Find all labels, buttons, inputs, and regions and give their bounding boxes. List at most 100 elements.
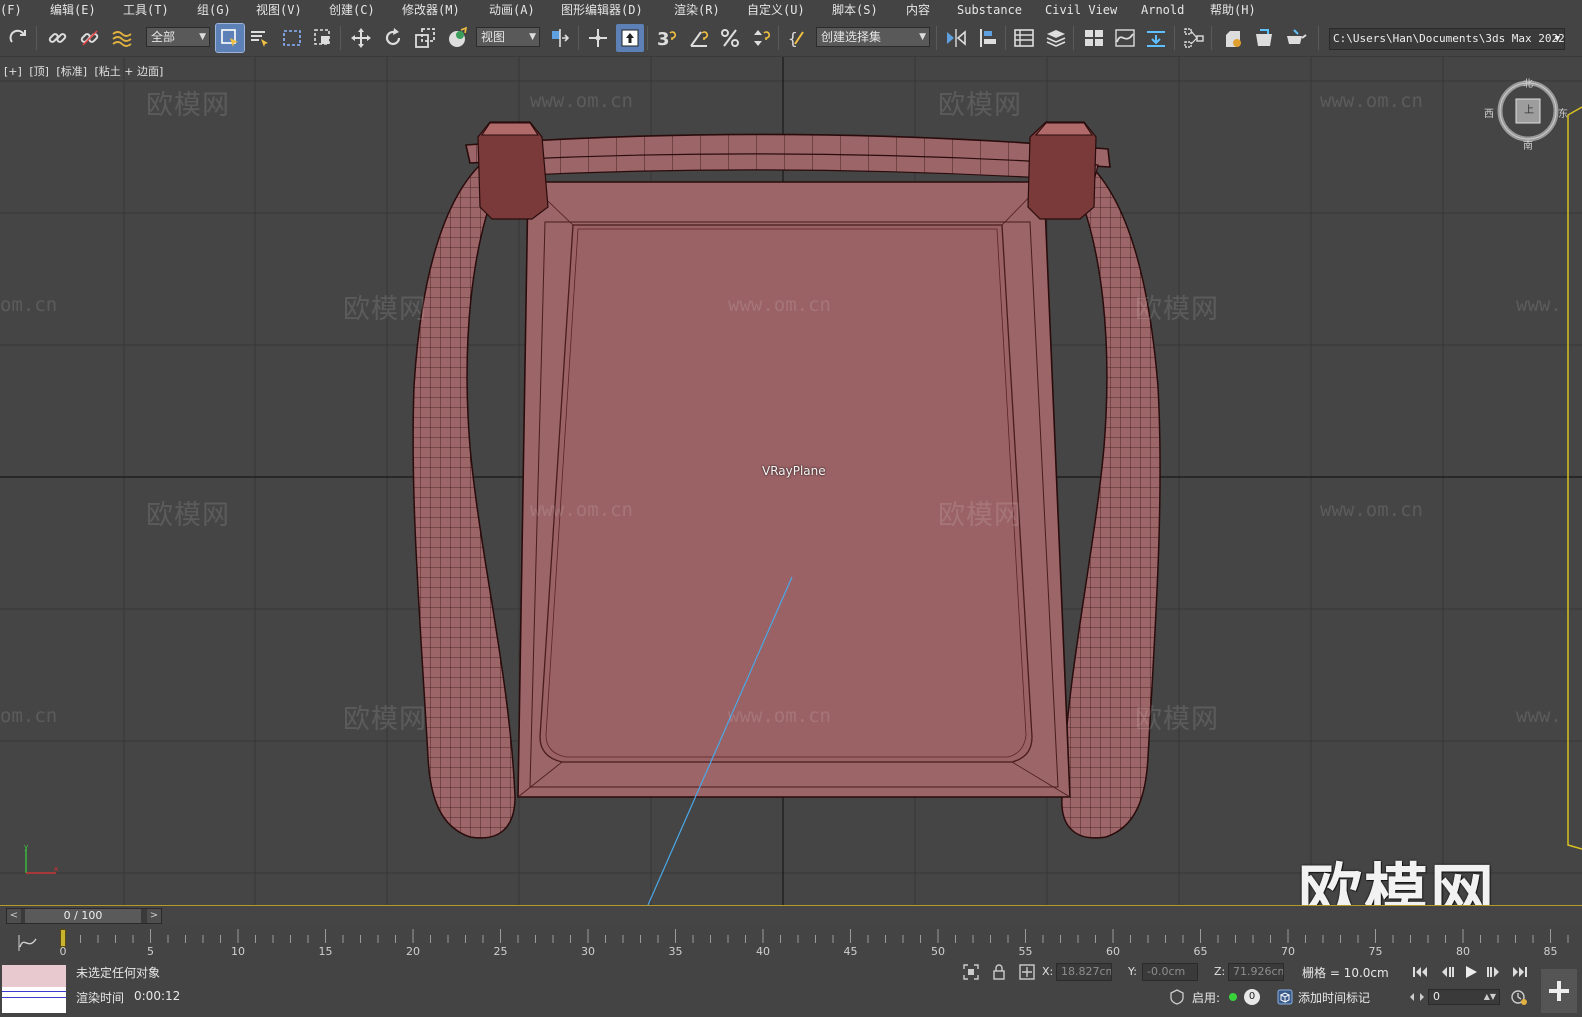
mini-curve-editor-icon[interactable]: [16, 933, 40, 953]
manipulate-icon[interactable]: [584, 24, 612, 52]
reference-coord-dropdown[interactable]: 视图 ▼: [476, 27, 540, 47]
spinner-snap-icon[interactable]: [747, 24, 775, 52]
snap-toggle-icon[interactable]: 3: [652, 24, 680, 52]
redo-icon[interactable]: [4, 24, 32, 52]
maxscript-mini-listener[interactable]: [2, 965, 66, 1013]
move-icon[interactable]: [347, 24, 375, 52]
project-path-field[interactable]: C:\Users\Han\Documents\3ds Max 2022 ▼: [1329, 28, 1565, 50]
keyboard-shortcut-icon[interactable]: [616, 24, 644, 52]
dope-sheet-icon[interactable]: [1142, 24, 1170, 52]
menu-file[interactable]: (F): [0, 2, 22, 18]
placement-icon[interactable]: [443, 24, 471, 52]
status-bar: 未选定任何对象 渲染时间 0:00:12 X: 18.827cm Y: -0.0…: [0, 961, 1582, 1017]
rotate-icon[interactable]: [379, 24, 407, 52]
adaptive-degradation-icon[interactable]: [1168, 988, 1186, 1006]
y-coord-field[interactable]: -0.0cm: [1142, 963, 1198, 981]
key-mode-toggle-icon[interactable]: [1408, 988, 1426, 1006]
watermark-url: www.om.cn: [1320, 499, 1423, 521]
named-selection-dropdown[interactable]: 创建选择集 ▼: [816, 27, 930, 47]
mirror-icon[interactable]: [942, 24, 970, 52]
time-slider-thumb[interactable]: 0 / 100: [25, 909, 141, 923]
menu-modifiers[interactable]: 修改器(M): [402, 2, 460, 18]
edit-named-selection-icon[interactable]: {: [784, 24, 812, 52]
viewcube-west[interactable]: 西: [1484, 105, 1494, 120]
link-icon[interactable]: [44, 24, 72, 52]
scale-icon[interactable]: [411, 24, 439, 52]
lock-selection-icon[interactable]: [990, 963, 1008, 981]
menu-animation[interactable]: 动画(A): [489, 2, 535, 18]
window-crossing-icon[interactable]: [309, 24, 337, 52]
time-tag-icon[interactable]: [1276, 988, 1294, 1006]
rect-region-icon[interactable]: [278, 24, 306, 52]
z-coord-field[interactable]: 71.926cm: [1228, 963, 1284, 981]
viewport-menu-plus[interactable]: [+]: [4, 65, 22, 78]
menu-bar: (F) 编辑(E) 工具(T) 组(G) 视图(V) 创建(C) 修改器(M) …: [0, 0, 1582, 20]
menu-views[interactable]: 视图(V): [256, 2, 302, 18]
curve-editor-icon[interactable]: [1111, 24, 1139, 52]
scene-explorer-icon[interactable]: [1080, 24, 1108, 52]
menu-rendering[interactable]: 渲染(R): [674, 2, 720, 18]
go-to-end-button[interactable]: [1509, 963, 1531, 981]
track-bar: 0 5 10 15 20 25 30 35 40 45 50 55 60 65 70 75 80 85: [0, 925, 1582, 961]
menu-group[interactable]: 组(G): [197, 2, 231, 18]
schematic-view-icon[interactable]: [1180, 24, 1208, 52]
viewport-label[interactable]: [+] [顶] [标准] [粘土 + 边面]: [4, 63, 167, 79]
timeline-tick-label: 60: [1106, 945, 1120, 958]
menu-content[interactable]: 内容: [906, 2, 930, 18]
bind-spacewarp-icon[interactable]: [108, 24, 136, 52]
layers-icon[interactable]: [1042, 24, 1070, 52]
menu-arnold[interactable]: Arnold: [1141, 2, 1184, 18]
main-toolbar: 全部 ▼ 视图 ▼ 3 {创建选择集 ▼ C:\Users\Han\Docum…: [0, 20, 1582, 57]
angle-snap-icon[interactable]: [685, 24, 713, 52]
viewport-shading-label[interactable]: [标准]: [56, 65, 87, 78]
menu-scripting[interactable]: 脚本(S): [832, 2, 878, 18]
enabled-count-badge[interactable]: 0: [1244, 989, 1260, 1005]
menu-edit[interactable]: 编辑(E): [50, 2, 96, 18]
top-viewport[interactable]: 欧模网 www.om.cn 欧模网 www.om.cn om.cn 欧模网 ww…: [0, 57, 1582, 905]
watermark-url: www.om.cn: [728, 705, 831, 727]
rendered-frame-icon[interactable]: [1250, 24, 1278, 52]
unlink-icon[interactable]: [76, 24, 104, 52]
selection-filter-dropdown[interactable]: 全部 ▼: [146, 27, 210, 47]
add-time-tag-label[interactable]: 添加时间标记: [1298, 989, 1370, 1006]
menu-substance[interactable]: Substance: [957, 2, 1022, 18]
previous-frame-button[interactable]: [1436, 963, 1458, 981]
select-object-icon[interactable]: [215, 23, 245, 53]
menu-help[interactable]: 帮助(H): [1210, 2, 1256, 18]
frame-spinner-icon[interactable]: ▲▼: [1484, 990, 1496, 1004]
timeline-ruler[interactable]: 0 5 10 15 20 25 30 35 40 45 50 55 60 65 70 75 80 85: [60, 925, 1572, 961]
svg-text:x: x: [54, 865, 58, 873]
time-slider-next-button[interactable]: >: [147, 909, 161, 923]
time-slider[interactable]: < 0 / 100 >: [6, 908, 162, 924]
viewcube[interactable]: 上 北 西 东 南: [1484, 75, 1568, 152]
pivot-icon[interactable]: [546, 24, 574, 52]
absolute-mode-icon[interactable]: [1018, 963, 1036, 981]
go-to-start-button[interactable]: [1409, 963, 1431, 981]
isolate-selection-icon[interactable]: [962, 963, 980, 981]
time-slider-prev-button[interactable]: <: [7, 909, 21, 923]
current-frame-field[interactable]: 0 ▲▼: [1428, 989, 1500, 1005]
viewcube-north[interactable]: 北: [1523, 75, 1533, 90]
viewcube-south[interactable]: 南: [1523, 137, 1533, 152]
viewport-pov-label[interactable]: [顶]: [29, 65, 49, 78]
time-configuration-icon[interactable]: [1510, 988, 1528, 1006]
menu-tools[interactable]: 工具(T): [123, 2, 169, 18]
align-icon[interactable]: [974, 24, 1002, 52]
render-setup-icon[interactable]: [1218, 24, 1246, 52]
menu-graph-editors[interactable]: 图形编辑器(D): [561, 2, 643, 18]
next-frame-button[interactable]: [1483, 963, 1505, 981]
percent-snap-icon[interactable]: [716, 24, 744, 52]
viewport-style-label[interactable]: [粘土 + 边面]: [95, 65, 164, 78]
play-button[interactable]: [1460, 963, 1482, 981]
menu-create[interactable]: 创建(C): [329, 2, 375, 18]
named-selection-value: 创建选择集: [821, 30, 882, 44]
x-coord-field[interactable]: 18.827cm: [1056, 963, 1112, 981]
select-by-name-icon[interactable]: [246, 24, 274, 52]
create-panel-plus-button[interactable]: [1541, 969, 1577, 1013]
menu-customize[interactable]: 自定义(U): [747, 2, 805, 18]
viewcube-face-label[interactable]: 上: [1524, 101, 1534, 116]
layer-explorer-icon[interactable]: [1010, 24, 1038, 52]
menu-civil-view[interactable]: Civil View: [1045, 2, 1117, 18]
viewcube-east[interactable]: 东: [1558, 105, 1568, 120]
render-icon[interactable]: [1282, 24, 1310, 52]
